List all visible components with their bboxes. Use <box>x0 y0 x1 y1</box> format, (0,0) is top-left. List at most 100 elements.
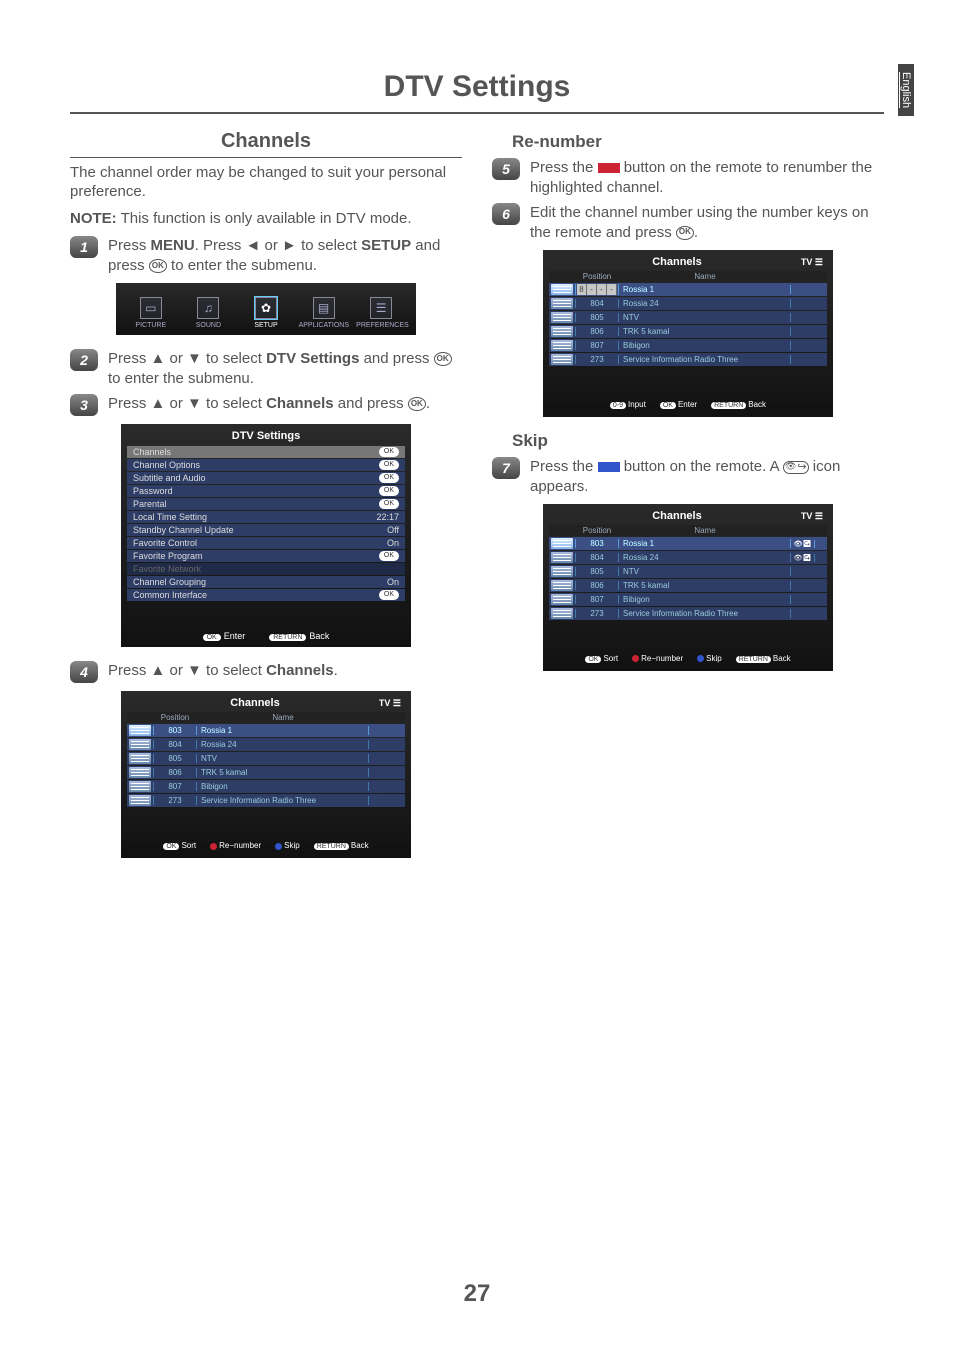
t: Press ▲ or ▼ to select <box>108 350 266 367</box>
ch: Channels <box>266 662 334 679</box>
osd-dtv-title: DTV Settings <box>127 430 405 442</box>
step-6-text: Edit the channel number using the number… <box>530 203 884 242</box>
osd-setup-menu: ▭ PICTURE ♫ SOUND ✿ SETUP ▤ APPLICATIONS ☰ PR… <box>116 283 416 335</box>
lbl: SETUP <box>254 322 277 329</box>
applications-icon: ▤ <box>313 297 335 319</box>
t: . Press ◄ or ► to select <box>195 237 361 254</box>
lbl: PREFERENCES <box>356 322 409 329</box>
step-7-text: Press the button on the remote. A 👁↪ ico… <box>530 457 884 496</box>
page-number: 27 <box>0 1280 954 1308</box>
step-1-badge: 1 <box>70 236 98 258</box>
osd-dtv-row: Favorite ProgramOK <box>127 550 405 562</box>
ok-pill: OK <box>203 634 221 641</box>
step-4: 4 Press ▲ or ▼ to select Channels. <box>70 661 462 683</box>
step-6-badge: 6 <box>492 203 520 225</box>
osd-dtv-row: Common InterfaceOK <box>127 589 405 601</box>
osd-dtv-row: Local Time Setting22:17 <box>127 511 405 523</box>
ok-icon: OK <box>408 397 426 411</box>
t: . <box>426 395 430 412</box>
osd-dtv-row: Favorite ControlOn <box>127 537 405 549</box>
page-title-rule <box>70 112 884 114</box>
step-3-badge: 3 <box>70 394 98 416</box>
step-2-text: Press ▲ or ▼ to select DTV Settings and … <box>108 349 462 388</box>
osd-dtv-settings: DTV Settings ChannelsOKChannel OptionsOK… <box>121 424 411 647</box>
skip-icon: 👁↪ <box>783 461 809 474</box>
osd-tab-preferences: ☰ PREFERENCES <box>356 297 406 329</box>
step-4-text: Press ▲ or ▼ to select Channels. <box>108 661 462 681</box>
skip-heading: Skip <box>512 431 884 451</box>
osd-tab-sound: ♫ SOUND <box>183 297 233 329</box>
step-4-badge: 4 <box>70 661 98 683</box>
osd-dtv-row: ChannelsOK <box>127 446 405 458</box>
t: and press <box>359 350 433 367</box>
lbl: PICTURE <box>135 322 166 329</box>
t: to enter the submenu. <box>167 257 317 274</box>
osd-tab-setup: ✿ SETUP <box>241 297 291 329</box>
return-pill: RETURN <box>269 634 306 641</box>
ok-icon: OK <box>676 226 694 240</box>
step-6: 6 Edit the channel number using the numb… <box>492 203 884 242</box>
step-7: 7 Press the button on the remote. A 👁↪ i… <box>492 457 884 496</box>
renumber-heading: Re-number <box>512 132 884 152</box>
step-2-badge: 2 <box>70 349 98 371</box>
t: . <box>334 662 338 679</box>
channels-intro: The channel order may be changed to suit… <box>70 164 462 202</box>
osd-dtv-row: Channel OptionsOK <box>127 459 405 471</box>
osd-channels-6: ChannelsTVPositionName8---Rossia 1804Ros… <box>543 250 833 417</box>
step-5-badge: 5 <box>492 158 520 180</box>
left-column: Channels The channel order may be change… <box>70 126 462 872</box>
osd-dtv-row: Subtitle and AudioOK <box>127 472 405 484</box>
right-column: Re-number 5 Press the button on the remo… <box>492 126 884 872</box>
t: . <box>694 224 698 241</box>
step-5-text: Press the button on the remote to renumb… <box>530 158 884 197</box>
osd-dtv-row: PasswordOK <box>127 485 405 497</box>
page-title: DTV Settings <box>0 0 954 112</box>
t: Press the <box>530 159 598 176</box>
osd-tab-picture: ▭ PICTURE <box>126 297 176 329</box>
picture-icon: ▭ <box>140 297 162 319</box>
t: button on the remote. A <box>620 458 783 475</box>
t: Edit the channel number using the number… <box>530 204 869 241</box>
osd-dtv-row: ParentalOK <box>127 498 405 510</box>
step-2: 2 Press ▲ or ▼ to select DTV Settings an… <box>70 349 462 388</box>
osd-dtv-row: Standby Channel UpdateOff <box>127 524 405 536</box>
channels-note: NOTE: This function is only available in… <box>70 210 462 229</box>
lbl: SOUND <box>196 322 221 329</box>
channels-heading: Channels <box>70 130 462 153</box>
step-5: 5 Press the button on the remote to renu… <box>492 158 884 197</box>
enter: Enter <box>224 631 246 641</box>
t: Press ▲ or ▼ to select <box>108 395 266 412</box>
step-1: 1 Press MENU. Press ◄ or ► to select SET… <box>70 236 462 275</box>
menu: MENU <box>151 237 195 254</box>
ok-icon: OK <box>434 352 452 366</box>
t: Press <box>108 237 151 254</box>
content-columns: Channels The channel order may be change… <box>0 126 954 872</box>
setup: SETUP <box>361 237 411 254</box>
sound-icon: ♫ <box>197 297 219 319</box>
dtv: DTV Settings <box>266 350 359 367</box>
red-button-icon <box>598 163 620 173</box>
osd-tab-applications: ▤ APPLICATIONS <box>299 297 349 329</box>
note-text: This function is only available in DTV m… <box>117 210 412 227</box>
t: and press <box>334 395 408 412</box>
step-7-badge: 7 <box>492 457 520 479</box>
osd-dtv-row: Channel GroupingOn <box>127 576 405 588</box>
osd-channels-4: ChannelsTVPositionName803Rossia 1804Ross… <box>121 691 411 858</box>
blue-button-icon <box>598 462 620 472</box>
step-3-text: Press ▲ or ▼ to select Channels and pres… <box>108 394 462 414</box>
osd-channels-7: ChannelsTVPositionName803Rossia 1👁↪804Ro… <box>543 504 833 671</box>
preferences-icon: ☰ <box>370 297 392 319</box>
ch: Channels <box>266 395 334 412</box>
osd-dtv-row: Favorite Network <box>127 563 405 575</box>
setup-icon: ✿ <box>255 297 277 319</box>
ok-icon: OK <box>149 259 167 273</box>
osd-dtv-footer: OKEnter RETURNBack <box>127 631 405 641</box>
step-3: 3 Press ▲ or ▼ to select Channels and pr… <box>70 394 462 416</box>
t: Press the <box>530 458 598 475</box>
lbl: APPLICATIONS <box>299 322 349 329</box>
t: to enter the submenu. <box>108 370 254 387</box>
channels-rule <box>70 157 462 158</box>
t: Press ▲ or ▼ to select <box>108 662 266 679</box>
note-prefix: NOTE: <box>70 210 117 227</box>
step-1-text: Press MENU. Press ◄ or ► to select SETUP… <box>108 236 462 275</box>
